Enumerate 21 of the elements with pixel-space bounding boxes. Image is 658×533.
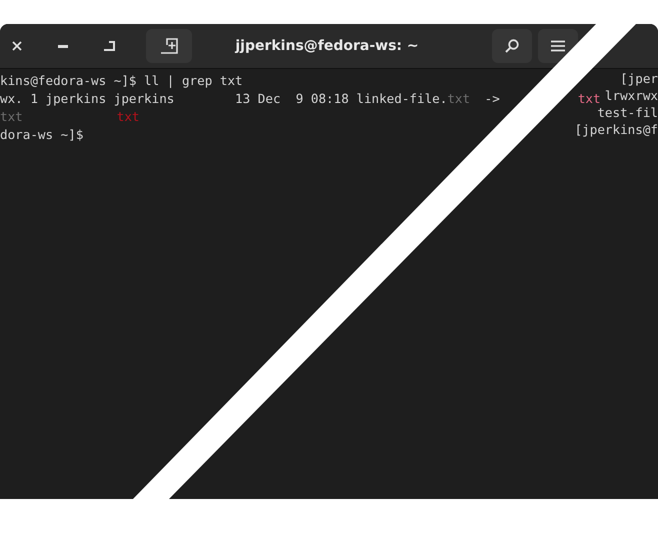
search-button[interactable] xyxy=(492,29,532,63)
search-icon xyxy=(505,39,519,53)
terminal-text: txt xyxy=(578,90,601,107)
new-tab-icon xyxy=(160,38,178,54)
new-tab-button[interactable] xyxy=(146,29,192,63)
terminal-text: test-fil xyxy=(597,104,658,121)
terminal-text: wx. 1 jperkins jperkins 13 Dec 9 08:18 linked-file. xyxy=(0,90,448,108)
window-title: jjperkins@fedora-ws: ~ xyxy=(234,38,420,54)
minimize-icon xyxy=(58,44,68,48)
close-icon xyxy=(12,41,22,51)
terminal-text: [jper xyxy=(620,70,658,87)
terminal-text: kins@fedora-ws ~]$ ll | grep txt xyxy=(0,72,243,90)
maximize-icon xyxy=(103,41,115,51)
terminal-text: txt xyxy=(447,90,470,108)
terminal-text: txt xyxy=(116,108,140,126)
terminal-text: txt xyxy=(0,108,23,126)
terminal-text: -> xyxy=(484,90,500,108)
terminal-text: dora-ws ~]$ xyxy=(0,126,84,144)
terminal-text: lrwxrwx xyxy=(604,87,658,104)
menu-icon xyxy=(551,40,565,52)
terminal-text: [jperkins@f xyxy=(574,121,658,138)
